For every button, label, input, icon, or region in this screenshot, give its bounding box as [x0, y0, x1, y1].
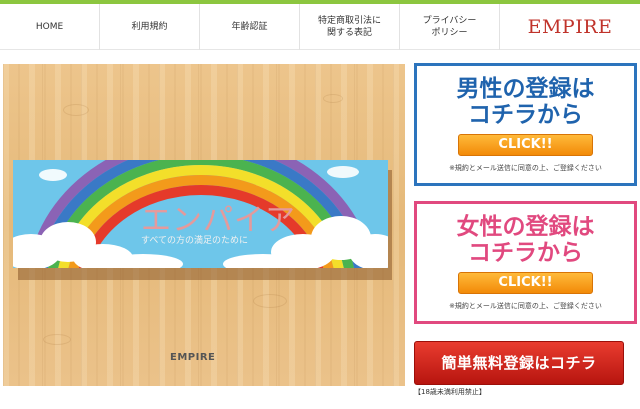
hero-caption: EMPIRE	[170, 352, 216, 363]
female-register-card: 女性の登録は コチラから CLICK!! ※規約とメール送信に同意の上、ご登録く…	[414, 201, 637, 324]
female-register-heading: 女性の登録は コチラから	[456, 214, 595, 266]
nav-privacy-policy[interactable]: プライバシー ポリシー	[400, 4, 500, 50]
female-click-button[interactable]: CLICK!!	[458, 272, 593, 294]
nav-age-verification[interactable]: 年齢認証	[200, 4, 300, 50]
nav-terms[interactable]: 利用規約	[100, 4, 200, 50]
free-register-button[interactable]: 簡単無料登録はコチラ	[414, 341, 624, 385]
male-click-button[interactable]: CLICK!!	[458, 134, 593, 156]
nav-commercial-law[interactable]: 特定商取引法に 関する表記	[300, 4, 400, 50]
main-nav: HOME 利用規約 年齢認証 特定商取引法に 関する表記 プライバシー ポリシー…	[0, 4, 640, 50]
male-register-card: 男性の登録は コチラから CLICK!! ※規約とメール送信に同意の上、ご登録く…	[414, 63, 637, 186]
nav-home[interactable]: HOME	[0, 4, 100, 50]
site-logo: EMPIRE	[527, 16, 613, 38]
male-terms-note: ※規約とメール送信に同意の上、ご登録ください	[449, 164, 602, 172]
male-register-heading: 男性の登録は コチラから	[456, 76, 595, 128]
female-terms-note: ※規約とメール送信に同意の上、ご登録ください	[449, 302, 602, 310]
hero-banner: エンパイア すべての方の満足のために	[13, 160, 388, 268]
age-restriction-note: 【18歳未満利用禁止】	[414, 388, 486, 396]
banner-subtitle: すべての方の満足のために	[141, 236, 249, 246]
